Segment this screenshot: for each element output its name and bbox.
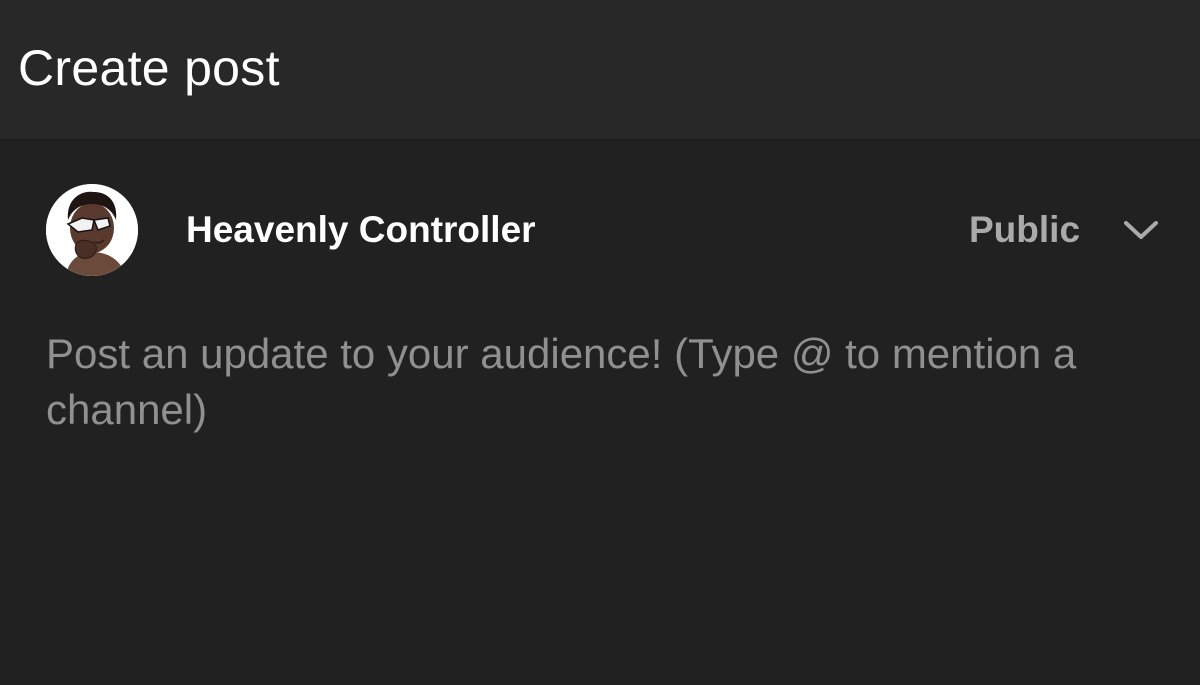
header-bar: Create post (0, 0, 1200, 140)
post-text-input[interactable] (46, 326, 1156, 626)
author-row: Heavenly Controller Public (0, 141, 1200, 316)
visibility-selected-value: Public (969, 209, 1081, 250)
channel-name: Heavenly Controller (186, 209, 536, 250)
create-post-screen: Create post Heavenly Controller Public P… (0, 0, 1200, 685)
avatar-icon (46, 184, 138, 276)
visibility-dropdown[interactable]: Public (955, 199, 1175, 259)
page-title: Create post (18, 40, 280, 96)
avatar (46, 184, 138, 276)
chevron-down-icon (1124, 221, 1158, 239)
